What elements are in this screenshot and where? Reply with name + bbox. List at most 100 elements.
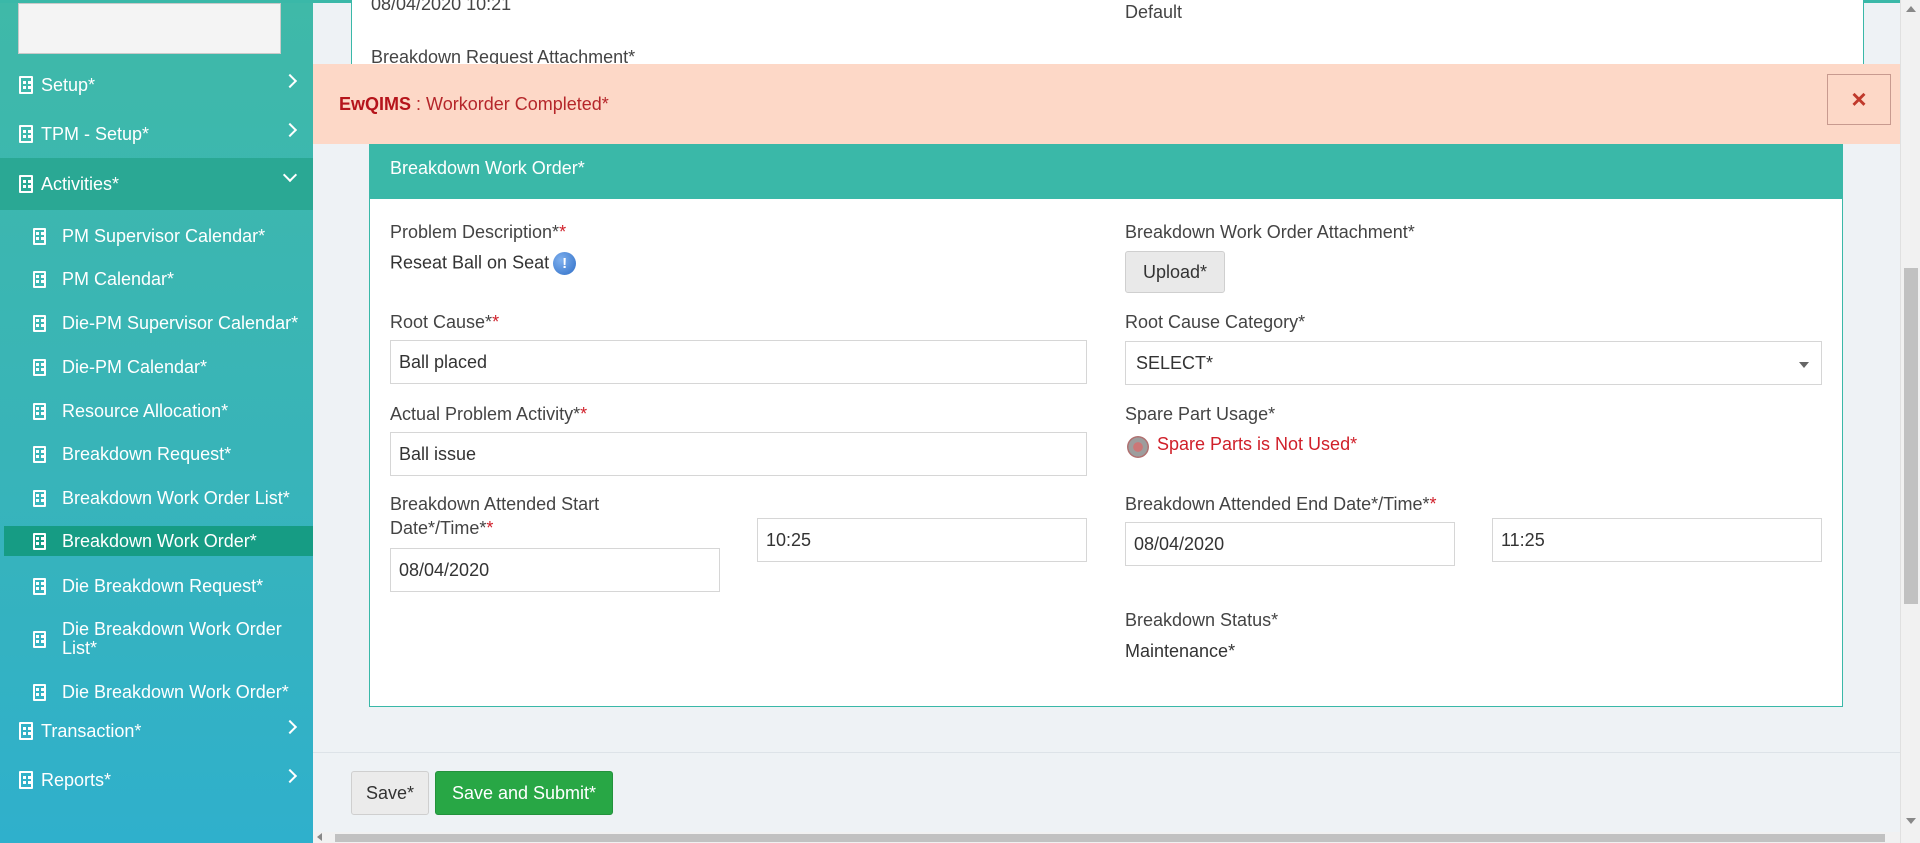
building-icon xyxy=(33,577,46,595)
breakdown-status-label: Breakdown Status* xyxy=(1125,610,1279,630)
building-icon xyxy=(33,489,46,507)
sidebar-subitem-breakdown-work-order-list[interactable]: Breakdown Work Order List* xyxy=(4,485,313,511)
end-date-label: Breakdown Attended End Date*/Time** xyxy=(1125,492,1437,516)
caret-down-icon xyxy=(1799,362,1809,368)
sidebar-subitem-die-breakdown-request[interactable]: Die Breakdown Request* xyxy=(4,573,313,599)
building-icon xyxy=(33,314,46,332)
required-mark: * xyxy=(559,222,567,242)
sidebar-subitem-pm-supervisor-calendar[interactable]: PM Supervisor Calendar* xyxy=(4,223,313,249)
root-cause-category-select[interactable]: SELECT* xyxy=(1125,341,1822,385)
sidebar-subitem-label: Die Breakdown Request* xyxy=(62,575,264,596)
close-icon: × xyxy=(1851,84,1867,114)
building-icon xyxy=(19,722,33,740)
root-cause-label: Root Cause** xyxy=(390,310,499,334)
chevron-right-icon xyxy=(282,122,298,138)
spare-part-status: Spare Parts is Not Used* xyxy=(1157,434,1358,454)
sidebar-item-label: Transaction* xyxy=(41,720,142,741)
alert-separator: : xyxy=(411,94,427,114)
building-icon xyxy=(19,125,33,143)
building-icon xyxy=(33,445,46,463)
required-mark: * xyxy=(486,518,494,538)
sidebar: Setup* TPM - Setup* Activities* PM Super… xyxy=(0,0,313,843)
sidebar-item-label: Reports* xyxy=(41,769,112,790)
breakdown-work-order-card: Breakdown Work Order* Problem Descriptio… xyxy=(369,144,1843,707)
required-mark: * xyxy=(1429,494,1437,514)
sidebar-subitem-label: Resource Allocation* xyxy=(62,400,229,421)
sidebar-item-transaction[interactable]: Transaction* xyxy=(0,707,313,755)
gear-icon xyxy=(1127,436,1149,458)
scroll-down-icon[interactable] xyxy=(1906,818,1916,824)
start-date-label: Breakdown Attended Start Date*/Time** xyxy=(390,492,650,540)
chevron-down-icon xyxy=(282,167,298,183)
alert-app-name: EwQIMS xyxy=(339,94,412,114)
sidebar-subitem-label: Breakdown Work Order* xyxy=(62,530,257,551)
sidebar-item-activities[interactable]: Activities* xyxy=(0,158,313,210)
building-icon xyxy=(33,358,46,376)
sidebar-subitem-label: Die Breakdown Work Order List* xyxy=(62,619,282,658)
required-mark: * xyxy=(580,404,588,424)
chevron-right-icon xyxy=(282,73,298,89)
building-icon xyxy=(33,683,46,701)
actual-problem-label-text: Actual Problem Activity* xyxy=(390,404,581,424)
sidebar-subitem-label: Die-PM Calendar* xyxy=(62,356,208,377)
upload-button[interactable]: Upload* xyxy=(1125,251,1225,293)
sidebar-subitem-die-pm-calendar[interactable]: Die-PM Calendar* xyxy=(4,354,313,380)
sidebar-subitem-die-pm-supervisor-calendar[interactable]: Die-PM Supervisor Calendar* xyxy=(4,310,313,336)
close-alert-button[interactable]: × xyxy=(1827,74,1891,125)
sidebar-item-setup[interactable]: Setup* xyxy=(0,61,313,109)
sidebar-subitem-pm-calendar[interactable]: PM Calendar* xyxy=(4,266,313,292)
root-cause-category-value: SELECT* xyxy=(1136,353,1214,373)
start-date-input[interactable]: 08/04/2020 xyxy=(390,548,720,592)
building-icon xyxy=(19,771,33,789)
sidebar-subitem-label: Breakdown Request* xyxy=(62,443,232,464)
request-default-value: Default xyxy=(1125,2,1183,22)
sidebar-item-tpm-setup[interactable]: TPM - Setup* xyxy=(0,110,313,158)
info-icon[interactable]: ! xyxy=(553,252,577,275)
alert-message: EwQIMS : Workorder Completed* xyxy=(339,94,609,115)
sidebar-subitem-die-breakdown-work-order-list[interactable]: Die Breakdown Work Order List* xyxy=(4,619,313,659)
sidebar-item-label: Setup* xyxy=(41,74,96,95)
sidebar-top-box[interactable] xyxy=(18,3,281,54)
save-button[interactable]: Save* xyxy=(351,771,429,815)
root-cause-input[interactable]: Ball placed xyxy=(390,340,1087,384)
end-time-input[interactable]: 11:25 xyxy=(1492,518,1822,562)
vertical-scrollbar[interactable] xyxy=(1900,0,1920,843)
sidebar-subitem-resource-allocation[interactable]: Resource Allocation* xyxy=(4,398,313,424)
save-and-submit-button[interactable]: Save and Submit* xyxy=(435,771,613,815)
chevron-right-icon xyxy=(282,768,298,784)
building-icon xyxy=(33,227,46,245)
start-date-label-line2: Date*/Time* xyxy=(390,518,487,538)
scrollbar-thumb[interactable] xyxy=(335,834,1885,842)
problem-description-label: Problem Description** xyxy=(390,220,566,244)
sidebar-subitem-die-breakdown-work-order[interactable]: Die Breakdown Work Order* xyxy=(4,679,313,705)
sidebar-subitem-breakdown-work-order[interactable]: Breakdown Work Order* xyxy=(4,526,313,556)
sidebar-subitem-label: Breakdown Work Order List* xyxy=(62,487,290,508)
problem-description-text: Reseat Ball on Seat xyxy=(390,252,550,273)
sidebar-item-label: TPM - Setup* xyxy=(41,123,150,144)
scroll-up-icon[interactable] xyxy=(1906,6,1916,12)
end-date-label-text: Breakdown Attended End Date*/Time* xyxy=(1125,494,1430,514)
problem-description-value: Reseat Ball on Seat! xyxy=(390,252,577,275)
problem-description-label-text: Problem Description* xyxy=(390,222,560,242)
start-date-label-line1: Breakdown Attended Start xyxy=(390,494,600,514)
end-date-input[interactable]: 08/04/2020 xyxy=(1125,522,1455,566)
alert-text: Workorder Completed* xyxy=(426,94,609,114)
horizontal-scrollbar[interactable] xyxy=(313,832,1900,843)
attachment-label: Breakdown Work Order Attachment* xyxy=(1125,222,1415,242)
building-icon xyxy=(19,76,33,94)
actual-problem-input[interactable]: Ball issue xyxy=(390,432,1087,476)
scrollbar-thumb[interactable] xyxy=(1904,268,1918,604)
actual-problem-label: Actual Problem Activity** xyxy=(390,402,587,426)
root-cause-category-label: Root Cause Category* xyxy=(1125,312,1306,332)
building-icon xyxy=(33,270,46,288)
form-footer: Save* Save and Submit* xyxy=(313,752,1900,843)
sidebar-subitem-label: Die-PM Supervisor Calendar* xyxy=(62,312,299,333)
root-cause-label-text: Root Cause* xyxy=(390,312,493,332)
building-icon xyxy=(33,402,46,420)
sidebar-subitem-breakdown-request[interactable]: Breakdown Request* xyxy=(4,441,313,467)
sidebar-item-reports[interactable]: Reports* xyxy=(0,756,313,804)
card-title: Breakdown Work Order* xyxy=(370,145,1842,199)
sidebar-item-label: Activities* xyxy=(41,173,120,194)
start-time-input[interactable]: 10:25 xyxy=(757,518,1087,562)
scroll-left-icon[interactable] xyxy=(317,833,322,841)
